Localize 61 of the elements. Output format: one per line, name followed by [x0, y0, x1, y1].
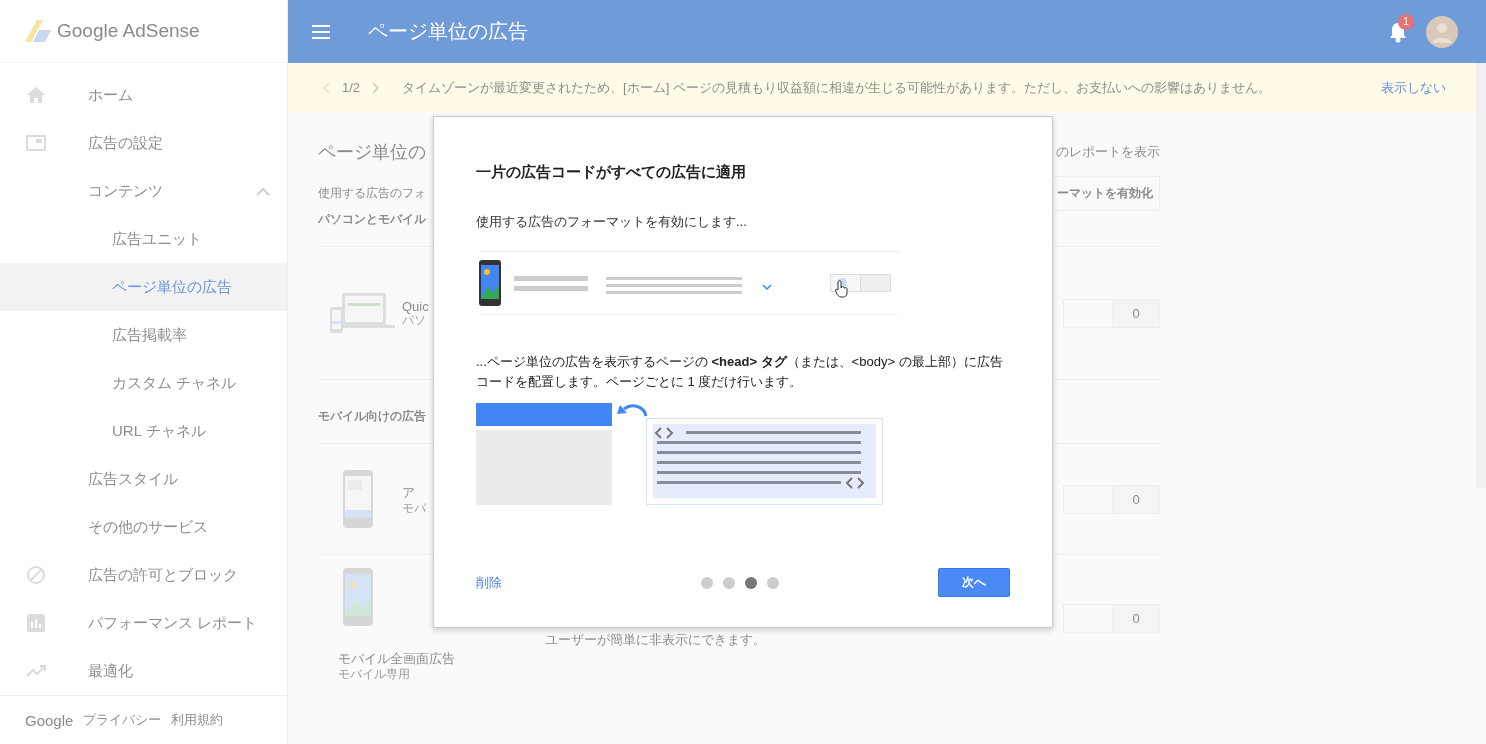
toggle-control[interactable]: 0 [1063, 484, 1160, 514]
toggle-control[interactable]: 0 [1063, 298, 1160, 328]
dialog-title: 一片の広告コードがすべての広告に適用 [476, 163, 747, 182]
curved-arrow-icon [616, 403, 648, 417]
format-name: モバイル全画面広告 [338, 650, 455, 668]
notice-message: タイムゾーンが最近変更されたため、[ホーム] ページの見積もり収益額に相違が生じる可能性があります。ただし、お支払いへの影響はありません。 [402, 78, 1272, 97]
hand-cursor-icon [835, 280, 849, 298]
delete-link[interactable]: 削除 [476, 573, 550, 592]
step-dot[interactable] [701, 576, 713, 589]
chevron-left-icon [322, 81, 330, 94]
chevron-right-icon [372, 81, 381, 94]
step-dot[interactable] [723, 576, 735, 589]
phone-icon [343, 470, 373, 528]
format-name: Quic [402, 299, 429, 314]
nav-item[interactable]: 広告の許可とブロック [88, 565, 238, 585]
devices-icon [330, 293, 395, 333]
format-note: モバイル専用 [338, 668, 411, 681]
page-title: ページ単位の広告 [368, 19, 529, 44]
scrollbar[interactable] [1476, 63, 1486, 488]
format-note: モバ [402, 501, 426, 515]
phone-icon [479, 260, 501, 306]
next-button[interactable]: 次へ [938, 568, 1010, 597]
nav-item[interactable]: カスタム チャネル [112, 373, 237, 393]
format-description: ユーザーが簡単に非表示にできます。 [545, 631, 766, 649]
nav-item[interactable]: 広告掲載率 [112, 325, 187, 345]
footer-link[interactable]: 利用規約 [171, 711, 224, 729]
nav-item[interactable]: その他のサービス [88, 517, 208, 537]
dismiss-link[interactable]: 表示しない [1381, 78, 1446, 97]
nav-item[interactable]: パフォーマンス レポート [88, 613, 258, 633]
nav-item[interactable]: 広告スタイル [88, 469, 178, 489]
pager-count: 1/2 [342, 80, 361, 95]
nav-item[interactable]: 広告の設定 [88, 133, 163, 153]
footer-link[interactable]: プライバシー [83, 711, 162, 729]
dialog-text: ...ページ単位の広告を表示するページの <head> タグ（または、<body> の最上部）に広告コードを配置します。ページごとに 1 度だけ行います。 [476, 353, 1004, 391]
format-name: ア [402, 483, 416, 502]
nav-item[interactable]: コンテンツ [88, 181, 163, 201]
step-dot[interactable] [767, 576, 779, 589]
step-dot[interactable] [745, 576, 757, 589]
home-icon [26, 85, 46, 105]
section-title: ページ単位の [318, 141, 426, 164]
nav-item[interactable]: ホーム [88, 85, 133, 105]
google-wordmark: Google [25, 711, 74, 729]
logo-icon [25, 20, 51, 42]
report-link[interactable]: のレポートを表示 [1056, 143, 1160, 161]
format-note: パソ [402, 314, 426, 327]
nav-item[interactable]: 最適化 [88, 661, 133, 681]
toggle-control[interactable]: 0 [1063, 604, 1160, 633]
phone-icon [343, 568, 373, 626]
dialog-text: 使用する広告のフォーマットを有効にします... [476, 213, 748, 231]
nav-item[interactable]: 広告ユニット [112, 229, 202, 249]
nav-item[interactable]: ページ単位の広告 [112, 277, 232, 297]
logo-text: Google AdSense [57, 20, 200, 42]
notification-badge: 1 [1398, 13, 1414, 30]
block-icon [26, 565, 46, 585]
subtitle: 使用する広告のフォ [318, 185, 426, 202]
nav-item[interactable]: URL チャネル [112, 421, 206, 441]
ad-settings-icon [26, 133, 46, 153]
chevron-down-icon [762, 284, 772, 290]
menu-icon [312, 24, 330, 39]
avatar [1426, 15, 1458, 48]
bar-chart-icon [26, 613, 46, 633]
